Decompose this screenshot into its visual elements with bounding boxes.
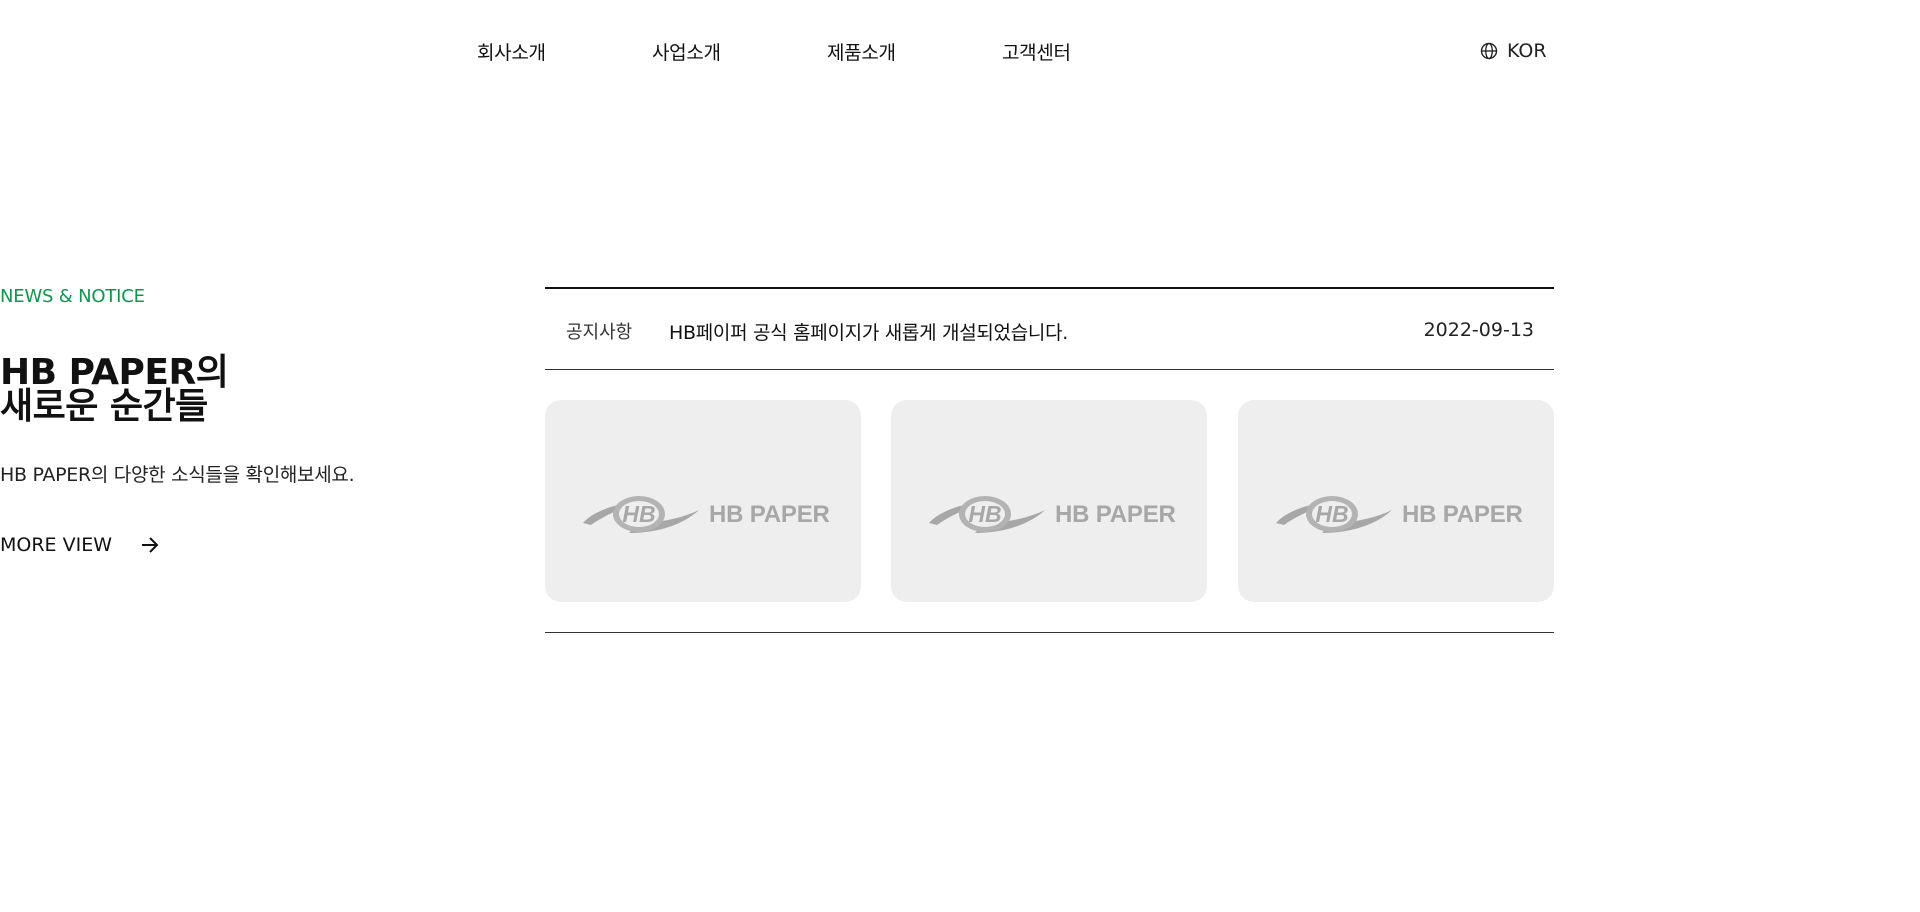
notice-date: 2022-09-13 (1423, 319, 1534, 341)
nav-item-company[interactable]: 회사소개 (477, 38, 546, 65)
notice-title[interactable]: HB페이퍼 공식 홈페이지가 새롭게 개설되었습니다. (669, 318, 1068, 345)
language-selector[interactable]: KOR (1480, 40, 1547, 62)
more-view-link[interactable]: MORE VIEW (0, 534, 160, 556)
card-logo-text: HB PAPER (1055, 501, 1176, 528)
nav-item-business[interactable]: 사업소개 (652, 38, 721, 65)
hb-logo-icon: HB (1276, 496, 1392, 533)
hb-paper-logo: HB HB PAPER (927, 493, 1176, 537)
section-eyebrow: NEWS & NOTICE (0, 286, 145, 307)
arrow-right-icon (140, 536, 160, 554)
nav-item-products[interactable]: 제품소개 (827, 38, 896, 65)
section-subtext: HB PAPER의 다양한 소식들을 확인해보세요. (0, 464, 355, 486)
notice-category: 공지사항 (566, 322, 633, 343)
card-logo-text: HB PAPER (1402, 501, 1523, 528)
language-label: KOR (1507, 40, 1547, 62)
divider (545, 632, 1554, 633)
news-card[interactable]: HB HB PAPER (891, 400, 1207, 602)
news-card[interactable]: HB HB PAPER (545, 400, 861, 602)
news-card[interactable]: HB HB PAPER (1238, 400, 1554, 602)
heading-line-1: HB PAPER의 (0, 352, 229, 393)
card-logo-text: HB PAPER (709, 501, 830, 528)
divider (545, 369, 1554, 370)
hb-paper-logo: HB HB PAPER (581, 493, 830, 537)
globe-icon (1480, 42, 1498, 60)
hb-logo-icon: HB (929, 496, 1045, 533)
hb-logo-icon: HB (583, 496, 699, 533)
svg-text:HB: HB (968, 501, 1001, 527)
hb-paper-logo: HB HB PAPER (1274, 493, 1523, 537)
top-nav: 회사소개 사업소개 제품소개 고객센터 KOR (0, 0, 1920, 100)
nav-item-support[interactable]: 고객센터 (1002, 38, 1071, 65)
section-heading: HB PAPER의 새로운 순간들 (0, 352, 229, 427)
svg-text:HB: HB (1315, 501, 1348, 527)
svg-text:HB: HB (622, 501, 655, 527)
heading-line-2: 새로운 순간들 (0, 386, 208, 427)
more-view-label: MORE VIEW (0, 534, 112, 556)
notice-row[interactable]: 공지사항 HB페이퍼 공식 홈페이지가 새롭게 개설되었습니다. 2022-09… (545, 289, 1554, 369)
